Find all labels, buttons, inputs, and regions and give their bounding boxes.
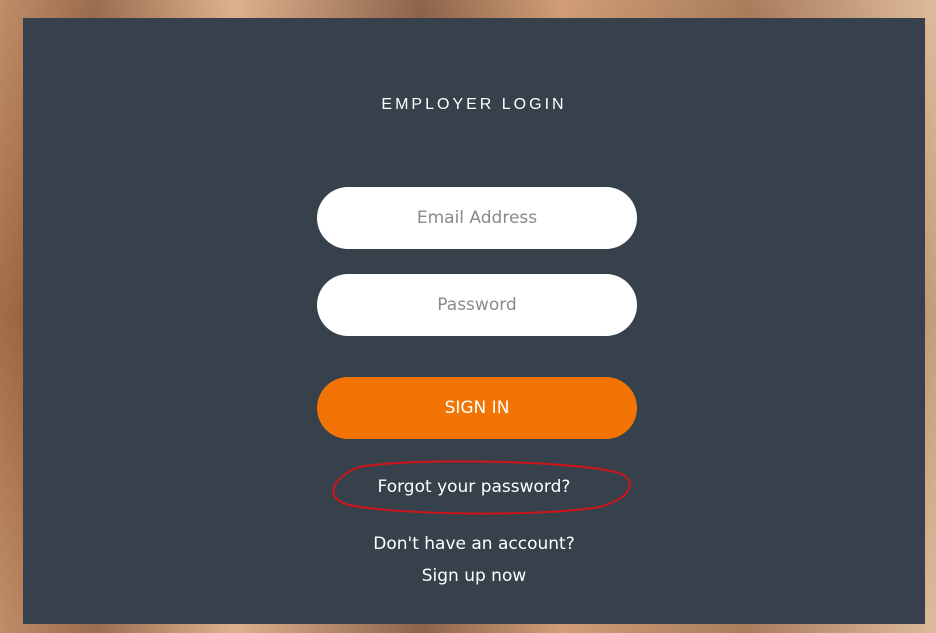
password-field[interactable]	[317, 274, 637, 336]
login-panel: EMPLOYER LOGIN SIGN IN Forgot your passw…	[23, 18, 925, 624]
page-title: EMPLOYER LOGIN	[381, 96, 567, 113]
sign-up-link[interactable]: Sign up now	[23, 566, 925, 586]
email-field[interactable]	[317, 187, 637, 249]
no-account-text: Don't have an account?	[373, 534, 575, 554]
sign-in-button[interactable]: SIGN IN	[317, 377, 637, 439]
forgot-password-link[interactable]: Forgot your password?	[23, 477, 925, 497]
